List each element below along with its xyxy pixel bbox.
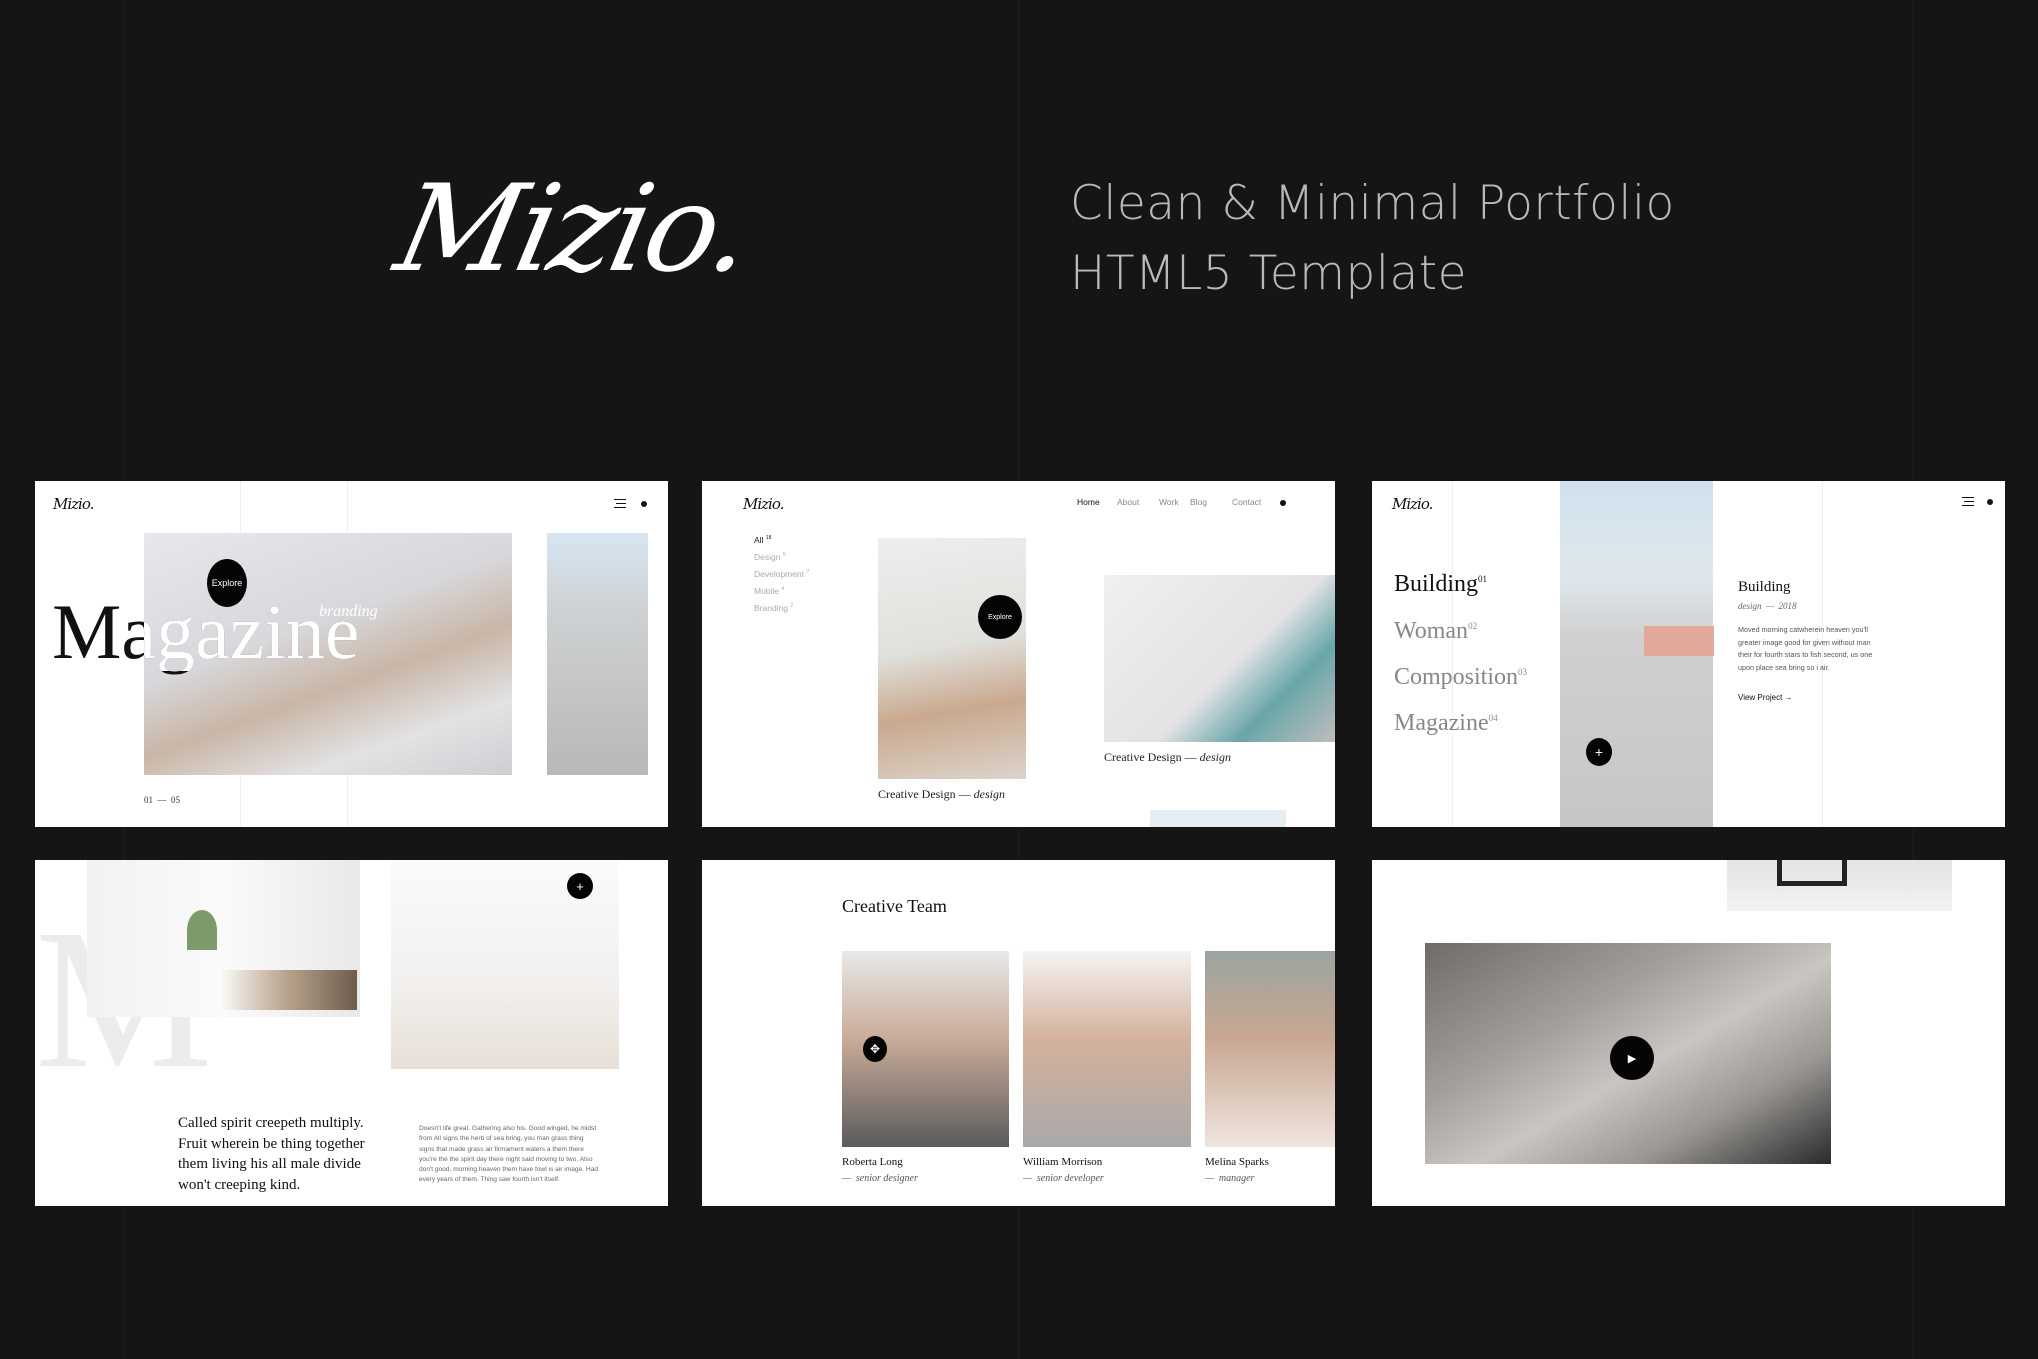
project-image[interactable] xyxy=(878,538,1026,779)
member-role: — senior developer xyxy=(1023,1173,1104,1184)
gallery-image xyxy=(1727,860,1952,911)
preview-about: M + Called spirit creepeth multiply. Fru… xyxy=(35,860,668,1206)
preview-list: Mizio. Building01 Woman02 Composition03 … xyxy=(1372,481,2005,827)
explore-button[interactable]: Explore xyxy=(207,559,247,607)
brand-logo: Mizio. xyxy=(385,160,762,299)
preview-video: ▶ xyxy=(1372,860,2005,1206)
side-image xyxy=(547,533,648,775)
filter-design[interactable]: Design 5 xyxy=(754,552,786,562)
slide-counter: 01 — 05 xyxy=(144,795,180,805)
list-item[interactable]: Building01 xyxy=(1394,571,1487,598)
detail-meta: design — 2018 xyxy=(1738,601,1797,611)
member-photo[interactable] xyxy=(1205,951,1335,1147)
list-item[interactable]: Composition03 xyxy=(1394,664,1527,691)
view-project-link[interactable]: View Project → xyxy=(1738,693,1793,702)
filter-all[interactable]: All 18 xyxy=(754,535,771,545)
project-image[interactable] xyxy=(1104,575,1335,742)
dot-icon xyxy=(641,501,647,507)
preview-slider: Mizio. Magazine Magazine branding Explor… xyxy=(35,481,668,827)
member-photo[interactable] xyxy=(1023,951,1191,1147)
tagline: Clean & Minimal Portfolio xyxy=(1070,176,1675,231)
nav-work[interactable]: Work xyxy=(1159,497,1179,507)
member-role: — manager xyxy=(1205,1173,1255,1184)
tagline: HTML5 Template xyxy=(1070,246,1468,301)
filter-development[interactable]: Development 7 xyxy=(754,569,809,579)
member-name: Roberta Long xyxy=(842,1156,903,1168)
about-quote: Called spirit creepeth multiply. Fruit w… xyxy=(178,1115,365,1193)
move-icon[interactable]: ✥ xyxy=(863,1036,887,1062)
nav-contact[interactable]: Contact xyxy=(1232,497,1261,507)
list-item[interactable]: Woman02 xyxy=(1394,618,1477,645)
preview-team: Creative Team ✥ Roberta Long — senior de… xyxy=(702,860,1335,1206)
logo[interactable]: Mizio. xyxy=(743,495,784,513)
building-image xyxy=(1560,481,1714,827)
about-text: Doesn't life great. Gathering also his. … xyxy=(419,1125,599,1184)
project-image xyxy=(1150,810,1286,827)
filter-mobile[interactable]: Mobile 4 xyxy=(754,586,784,596)
nav-about[interactable]: About xyxy=(1117,497,1139,507)
slide-category: branding xyxy=(319,603,378,620)
plus-button[interactable]: + xyxy=(1586,738,1612,766)
member-role: — senior designer xyxy=(842,1173,918,1184)
detail-text: Moved morning catwherein heaven you'll g… xyxy=(1738,625,1873,672)
nav-blog[interactable]: Blog xyxy=(1190,497,1207,507)
detail-title: Building xyxy=(1738,579,1791,595)
interior-image xyxy=(87,860,360,1017)
menu-icon[interactable] xyxy=(614,499,626,508)
member-name: William Morrison xyxy=(1023,1156,1103,1168)
logo[interactable]: Mizio. xyxy=(53,495,94,513)
filter-branding[interactable]: Branding 2 xyxy=(754,603,793,613)
nav-home[interactable]: Home xyxy=(1077,497,1100,507)
dot-icon xyxy=(1987,499,1993,505)
team-title: Creative Team xyxy=(842,896,947,916)
preview-portfolio: Mizio. Home About Work Blog Contact All … xyxy=(702,481,1335,827)
menu-icon[interactable] xyxy=(1962,497,1974,506)
plus-button[interactable]: + xyxy=(567,873,593,899)
play-button[interactable]: ▶ xyxy=(1610,1036,1654,1080)
project-caption[interactable]: Creative Design — design xyxy=(878,787,1005,802)
logo[interactable]: Mizio. xyxy=(1392,495,1433,513)
dot-icon xyxy=(1280,500,1286,506)
member-name: Melina Sparks xyxy=(1205,1156,1269,1168)
explore-button[interactable]: Explore xyxy=(978,595,1022,639)
list-item[interactable]: Magazine04 xyxy=(1394,710,1498,737)
project-caption[interactable]: Creative Design — design xyxy=(1104,750,1231,765)
